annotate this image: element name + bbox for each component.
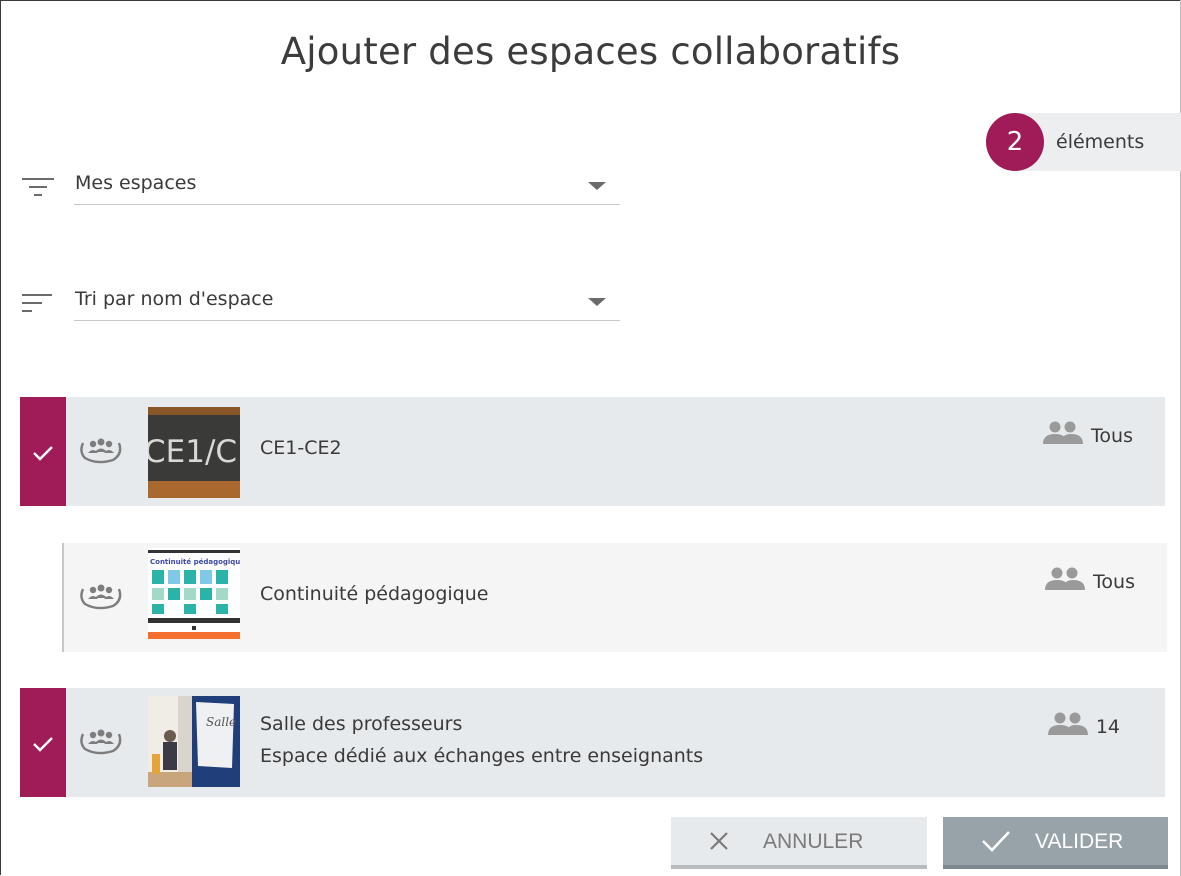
space-info: Salle des professeurs Espace dédié aux é…: [260, 708, 703, 772]
member-count: 14: [1046, 712, 1120, 738]
cancel-button[interactable]: ANNULER: [671, 817, 927, 869]
row-checkbox[interactable]: [20, 397, 66, 506]
whiteboard-text: Salle: [206, 715, 236, 729]
cancel-button-label: ANNULER: [763, 830, 864, 853]
thumbnail-caption: Continuité pédagogique: [150, 558, 240, 566]
dialog-title: Ajouter des espaces collaboratifs: [280, 30, 901, 73]
sort-select[interactable]: Tri par nom d'espace: [22, 282, 620, 322]
space-thumbnail: Salle: [148, 696, 240, 787]
member-count: Tous: [1041, 421, 1133, 447]
close-icon: [710, 832, 728, 850]
field-underline: [74, 204, 620, 205]
selection-counter: 2 éléments: [986, 113, 1181, 171]
chevron-down-icon: [588, 298, 606, 306]
member-count-value: Tous: [1093, 571, 1135, 593]
people-icon: [1043, 421, 1084, 444]
space-name: Salle des professeurs: [260, 713, 463, 735]
space-description: Espace dédié aux échanges entre enseigna…: [260, 745, 704, 767]
space-row[interactable]: Salle Salle des professeurs Espace dédié…: [20, 688, 1165, 797]
checkmark-icon: [33, 737, 53, 752]
chalkboard-text: CE1/CE: [148, 434, 240, 470]
sort-icon: [22, 290, 54, 318]
people-icon: [1047, 712, 1088, 735]
people-icon: [1045, 567, 1086, 590]
chevron-down-icon: [588, 182, 606, 190]
field-underline: [74, 320, 620, 321]
space-name: Continuité pédagogique: [260, 583, 489, 605]
space-name: CE1-CE2: [260, 437, 342, 459]
space-filter-select[interactable]: Mes espaces: [22, 166, 620, 206]
selection-count-badge: 2: [986, 113, 1044, 171]
row-checkbox[interactable]: [20, 688, 66, 797]
member-count: Tous: [1043, 567, 1135, 593]
space-thumbnail: CE1/CE: [148, 407, 240, 498]
member-count-value: Tous: [1091, 425, 1133, 447]
filter-icon: [22, 174, 54, 202]
selection-count-label: éléments: [1056, 131, 1145, 153]
validate-button-label: VALIDER: [1035, 830, 1124, 853]
space-row[interactable]: Continuité pédagogique Continuité pédago…: [62, 543, 1167, 652]
space-filter-value: Mes espaces: [75, 172, 197, 194]
community-icon: [80, 729, 122, 755]
community-icon: [80, 438, 122, 464]
member-count-value: 14: [1095, 716, 1120, 738]
checkmark-icon: [33, 446, 53, 461]
space-thumbnail: Continuité pédagogique: [148, 548, 240, 639]
space-row[interactable]: CE1/CE CE1-CE2 Tous: [20, 397, 1165, 506]
checkmark-icon: [982, 831, 1010, 852]
validate-button[interactable]: VALIDER: [943, 817, 1168, 869]
sort-value: Tri par nom d'espace: [75, 288, 274, 310]
community-icon: [80, 584, 122, 610]
